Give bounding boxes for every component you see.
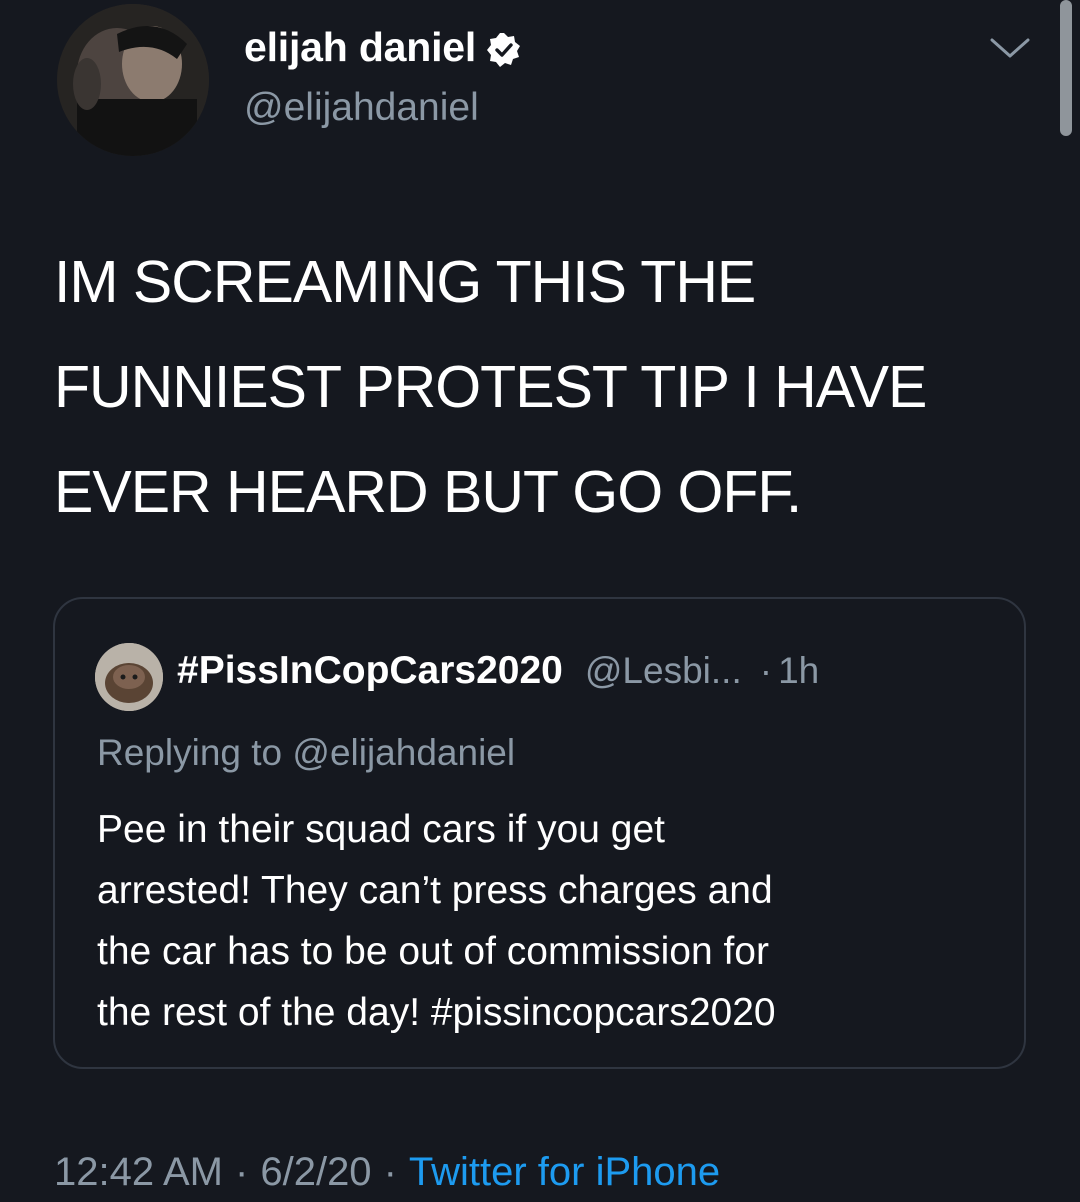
quoted-handle: @Lesbi... [584,650,742,691]
verified-badge-icon [486,32,522,68]
author-avatar-image [57,4,209,156]
chevron-down-icon[interactable] [988,34,1032,62]
tweet-meta: 12:42 AM · 6/2/20 · Twitter for iPhone [54,1150,720,1195]
quoted-timestamp: 1h [778,650,820,691]
tweet-source-link[interactable]: Twitter for iPhone [409,1150,720,1195]
tweet-time: 12:42 AM [54,1150,224,1194]
quoted-replying-to: Replying to @elijahdaniel [97,732,516,773]
author-name-row: elijah daniel [244,24,522,71]
author-avatar[interactable] [57,4,209,156]
quoted-dot-separator: · [759,650,773,691]
tweet-detail: elijah daniel @elijahdaniel IM SCREAMING… [0,0,1080,1202]
quoted-header: #PissInCopCars2020 @Lesbi... · 1h [177,649,819,693]
scrollbar-thumb[interactable] [1060,0,1072,136]
quoted-author-avatar [95,643,163,711]
quoted-display-name: #PissInCopCars2020 [177,649,563,692]
author-display-name[interactable]: elijah daniel [244,24,476,71]
tweet-date: 6/2/20 [260,1150,372,1194]
meta-separator: · [383,1150,397,1194]
author-handle[interactable]: @elijahdaniel [244,86,479,130]
meta-separator: · [235,1150,249,1194]
quoted-tweet-text: Pee in their squad cars if you get arres… [97,808,776,1034]
tweet-text: IM SCREAMING THIS THE FUNNIEST PROTEST T… [54,249,927,525]
quoted-tweet-card[interactable]: #PissInCopCars2020 @Lesbi... · 1h Replyi… [53,597,1026,1069]
